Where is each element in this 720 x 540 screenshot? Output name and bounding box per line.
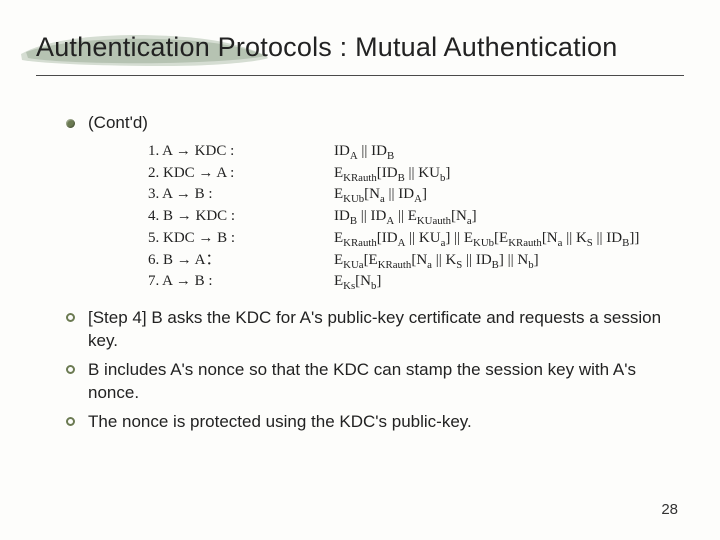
step-rhs: EKUa[EKRauth[Na || KS || IDB] || Nb]	[334, 250, 684, 272]
title-underline	[36, 75, 684, 76]
step-lhs: 7. A → B :	[148, 271, 278, 293]
note-text: The nonce is protected using the KDC's p…	[88, 412, 472, 431]
note-item: B includes A's nonce so that the KDC can…	[64, 359, 684, 405]
step-rhs: EKUb[Na || IDA]	[334, 184, 684, 206]
step-lhs: 3. A → B :	[148, 184, 278, 206]
step-rhs: IDB || IDA || EKUauth[Na]	[334, 206, 684, 228]
step-rhs: EKs[Nb]	[334, 271, 684, 293]
content-list: (Cont'd) 1. A → KDC : IDA || IDB 2. KDC …	[64, 112, 684, 293]
slide: Authentication Protocols : Mutual Authen…	[0, 0, 720, 434]
step-lhs: 5. KDC → B :	[148, 228, 278, 250]
page-number: 28	[661, 501, 678, 518]
step-rhs: IDA || IDB	[334, 141, 684, 163]
step-lhs: 4. B → KDC :	[148, 206, 278, 228]
step-rhs: EKRauth[IDA || KUa] || EKUb[EKRauth[Na |…	[334, 228, 684, 250]
step-lhs: 6. B → A：	[148, 250, 278, 272]
contd-label: (Cont'd)	[88, 113, 148, 132]
note-item: [Step 4] B asks the KDC for A's public-k…	[64, 307, 684, 353]
note-text: [Step 4] B asks the KDC for A's public-k…	[88, 308, 661, 350]
note-text: B includes A's nonce so that the KDC can…	[88, 360, 636, 402]
title-block: Authentication Protocols : Mutual Authen…	[36, 24, 684, 76]
step-rhs: EKRauth[IDB || KUb]	[334, 163, 684, 185]
note-item: The nonce is protected using the KDC's p…	[64, 411, 684, 434]
notes-list: [Step 4] B asks the KDC for A's public-k…	[64, 307, 684, 434]
page-title: Authentication Protocols : Mutual Authen…	[36, 24, 684, 73]
step-lhs: 1. A → KDC :	[148, 141, 278, 163]
step-lhs: 2. KDC → A :	[148, 163, 278, 185]
protocol-steps: 1. A → KDC : IDA || IDB 2. KDC → A : EKR…	[148, 141, 684, 293]
contd-item: (Cont'd) 1. A → KDC : IDA || IDB 2. KDC …	[64, 112, 684, 293]
